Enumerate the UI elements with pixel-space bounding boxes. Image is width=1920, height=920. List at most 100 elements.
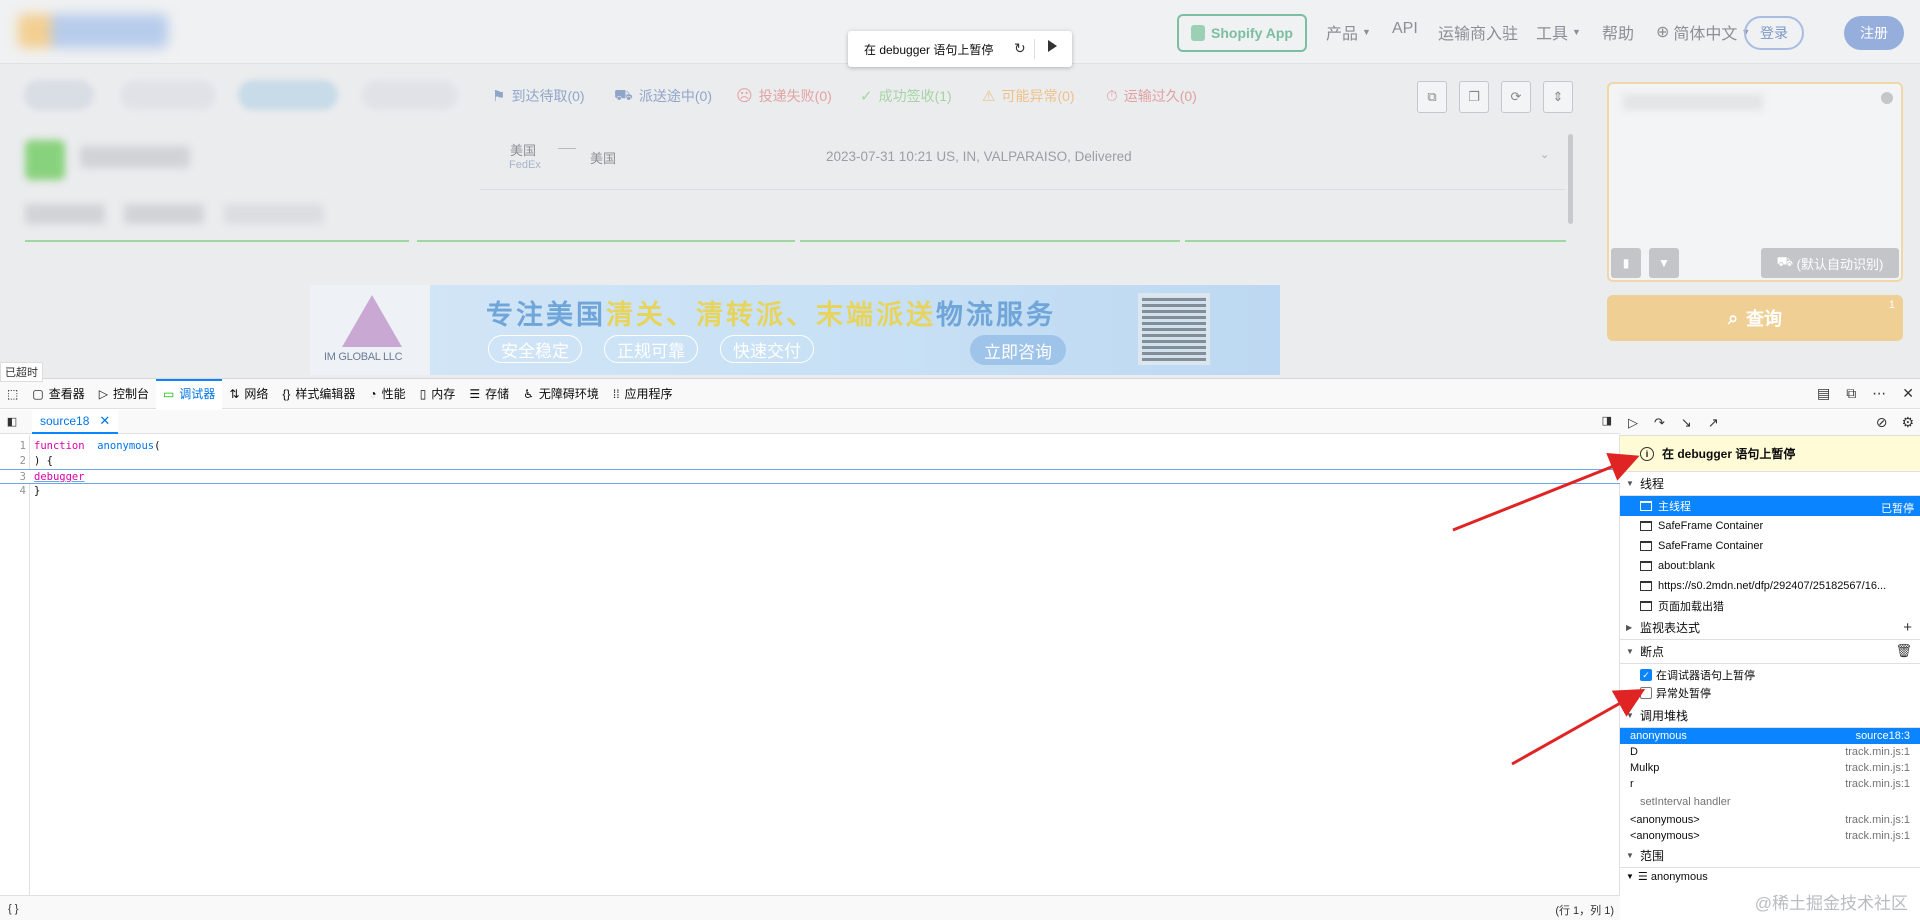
- network-icon: ⇅: [229, 386, 240, 401]
- carrier-select[interactable]: ⛟ (默认自动识别): [1761, 248, 1899, 278]
- code-line[interactable]: 4}: [0, 484, 1620, 499]
- tab-console[interactable]: ▷ 控制台: [92, 379, 156, 409]
- tab-network[interactable]: ⇅ 网络: [222, 379, 275, 409]
- status-tab-awaiting-pickup[interactable]: ⚑ 到达待取(0): [492, 86, 585, 106]
- thread-item[interactable]: SafeFrame Container: [1620, 536, 1920, 556]
- checkbox-checked[interactable]: ✓: [1640, 669, 1652, 681]
- add-icon[interactable]: +: [1903, 619, 1912, 636]
- source-tab[interactable]: source18 ✕: [32, 409, 119, 434]
- trash-icon[interactable]: ▮: [1611, 248, 1641, 278]
- more-icon[interactable]: ⋯: [1872, 385, 1886, 402]
- filter-chip[interactable]: [238, 80, 338, 110]
- code-editor[interactable]: 1 function anonymous(2) {3 debugger 4}: [0, 435, 1620, 895]
- tab-storage[interactable]: ☰ 存储: [462, 379, 516, 409]
- line-number[interactable]: 4: [6, 484, 26, 499]
- layout-icon[interactable]: ▤: [1817, 385, 1830, 402]
- register-button[interactable]: 注册: [1844, 16, 1904, 50]
- results-scrollbar[interactable]: [1568, 134, 1573, 224]
- close-icon[interactable]: ✕: [1902, 385, 1914, 402]
- checkbox[interactable]: [1640, 687, 1652, 699]
- refresh-icon[interactable]: ⟳: [1501, 81, 1531, 113]
- code-line[interactable]: 2) {: [0, 454, 1620, 469]
- ad-banner[interactable]: IM GLOBAL LLC 专注美国清关、清转派、末端派送物流服务 安全稳定 正…: [310, 285, 1280, 375]
- expand-icon[interactable]: ⌄: [1540, 148, 1549, 161]
- tab-debugger[interactable]: ▭ 调试器: [155, 378, 223, 409]
- tab-memory[interactable]: ▯ 内存: [413, 379, 463, 409]
- nav-tools[interactable]: 工具 ▼: [1536, 20, 1581, 44]
- clear-icon[interactable]: [1881, 92, 1893, 104]
- collapse-icon[interactable]: ⇕: [1543, 81, 1573, 113]
- nav-language[interactable]: ⊕ 简体中文 ▼: [1656, 20, 1750, 44]
- stack-frame[interactable]: anonymous source18:3: [1620, 728, 1920, 744]
- thread-item[interactable]: 主线程 已暂停: [1620, 496, 1920, 516]
- watch-expressions-header[interactable]: ▶ 监视表达式 +: [1620, 616, 1920, 640]
- line-number[interactable]: 1: [6, 439, 26, 454]
- status-tab-delivery-failed[interactable]: ☹ 投递失败(0): [736, 86, 832, 106]
- tab-application[interactable]: ⁞⁞ 应用程序: [606, 379, 680, 409]
- step-out-icon[interactable]: ↗: [1708, 415, 1719, 431]
- line-number[interactable]: 3: [6, 470, 26, 485]
- nav-products[interactable]: 产品 ▼: [1326, 20, 1371, 44]
- tab-style-editor[interactable]: {} 样式编辑器: [275, 379, 362, 409]
- tracking-input-panel[interactable]: ▮ ▼ ⛟ (默认自动识别): [1607, 82, 1903, 282]
- shopify-app-button[interactable]: Shopify App: [1177, 14, 1307, 52]
- threads-header[interactable]: ▼ 线程: [1620, 472, 1920, 496]
- stack-frame[interactable]: <anonymous> track.min.js:1: [1620, 812, 1920, 828]
- breakpoint-option-label: 异常处暂停: [1656, 688, 1711, 700]
- deactivate-breakpoints-icon[interactable]: ⊘: [1876, 414, 1888, 431]
- pretty-print-button[interactable]: { }: [8, 903, 18, 915]
- tab-accessibility[interactable]: ♿ 无障碍环境: [516, 379, 606, 409]
- copy-icon[interactable]: ⧉: [1417, 81, 1447, 113]
- stack-frame[interactable]: <anonymous> track.min.js:1: [1620, 828, 1920, 844]
- stack-frame[interactable]: Mulkp track.min.js:1: [1620, 760, 1920, 776]
- thread-item[interactable]: about:blank: [1620, 556, 1920, 576]
- filter-icon[interactable]: ▼: [1649, 248, 1679, 278]
- settings-gear-icon[interactable]: ⚙: [1901, 414, 1914, 431]
- step-over-icon[interactable]: ↷: [1654, 415, 1665, 431]
- breakpoint-option[interactable]: ✓ 在调试器语句上暂停: [1620, 666, 1920, 684]
- toggle-debugger-pane-icon[interactable]: ◨: [1602, 414, 1612, 427]
- login-button[interactable]: 登录: [1744, 16, 1804, 50]
- thread-item[interactable]: SafeFrame Container: [1620, 516, 1920, 536]
- breakpoints-header[interactable]: ▼ 断点 🗑: [1620, 640, 1920, 664]
- step-in-icon[interactable]: ↘: [1681, 415, 1692, 431]
- ad-consult-button[interactable]: 立即咨询: [970, 335, 1066, 365]
- step-over-icon[interactable]: ↻: [1014, 40, 1026, 57]
- line-gutter[interactable]: [0, 435, 30, 895]
- status-tab-transit-too-long[interactable]: ⏱ 运输过久(0): [1106, 86, 1197, 106]
- resume-icon[interactable]: ▷: [1628, 415, 1638, 431]
- trash-icon[interactable]: 🗑: [1895, 643, 1912, 659]
- close-icon[interactable]: ✕: [99, 413, 110, 429]
- tracking-result-row[interactable]: 美国 FedEx 美国 2023-07-31 10:21 US, IN, VAL…: [480, 132, 1565, 190]
- nav-api[interactable]: API: [1392, 20, 1418, 38]
- call-stack-header[interactable]: ▼ 调用堆栈: [1620, 704, 1920, 728]
- toggle-sources-pane-icon[interactable]: ◧: [0, 415, 24, 428]
- filter-chip[interactable]: [362, 80, 458, 110]
- tab-performance[interactable]: ◔ 性能: [362, 379, 412, 409]
- site-logo[interactable]: [18, 14, 168, 48]
- nav-help[interactable]: 帮助: [1602, 20, 1634, 44]
- async-frame-group[interactable]: setInterval handler: [1620, 792, 1920, 812]
- filter-chip[interactable]: [24, 80, 94, 110]
- thread-item[interactable]: 页面加载出猎: [1620, 596, 1920, 616]
- code-line[interactable]: 1 function anonymous(: [0, 439, 1620, 454]
- nav-carrier-join[interactable]: 运输商入驻: [1438, 20, 1518, 44]
- status-tab-delivered[interactable]: ✓ 成功签收(1): [860, 86, 952, 106]
- resume-icon[interactable]: [1048, 40, 1057, 52]
- status-tab-in-delivery[interactable]: ⛟ 派送途中(0): [614, 86, 712, 106]
- line-number[interactable]: 2: [6, 454, 26, 469]
- element-picker-icon[interactable]: ⬚: [0, 379, 25, 409]
- status-tab-possible-exception[interactable]: ⚠ 可能异常(0): [982, 86, 1075, 106]
- scope-item[interactable]: ▼ ☰ anonymous: [1620, 868, 1920, 884]
- filter-chip[interactable]: [120, 80, 216, 110]
- scopes-header[interactable]: ▼ 范围: [1620, 844, 1920, 868]
- copy-all-icon[interactable]: ❐: [1459, 81, 1489, 113]
- stack-frame[interactable]: Dtrack.min.js:1: [1620, 744, 1920, 760]
- query-button[interactable]: ⌕ 查询 1: [1607, 295, 1903, 341]
- breakpoint-option[interactable]: 异常处暂停: [1620, 684, 1920, 702]
- tab-inspector[interactable]: ▢ 查看器: [25, 379, 91, 409]
- thread-item[interactable]: https://s0.2mdn.net/dfp/292407/25182567/…: [1620, 576, 1920, 596]
- dock-icon[interactable]: ⧉: [1846, 385, 1856, 402]
- stack-frame[interactable]: r track.min.js:1: [1620, 776, 1920, 792]
- code-line-paused[interactable]: 3 debugger: [0, 469, 1620, 484]
